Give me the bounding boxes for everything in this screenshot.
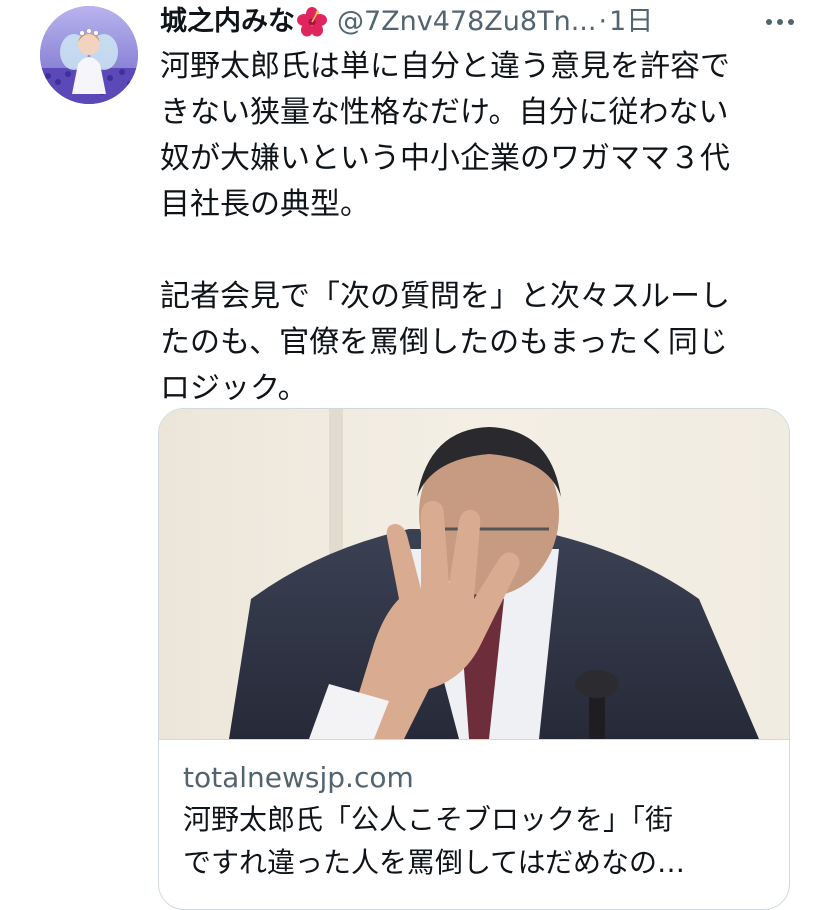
card-title-line: ですれ違った人を罵倒してはだめなの… — [183, 846, 686, 879]
timestamp[interactable]: 1日 — [609, 2, 653, 42]
avatar-image — [40, 6, 138, 104]
display-name[interactable]: 城之内みな — [160, 2, 295, 42]
text-line: ロジック。 — [160, 371, 308, 406]
card-meta: totalnewsjp.com 河野太郎氏「公人こそブロックを」「街 ですれ違っ… — [159, 739, 789, 884]
hibiscus-icon — [297, 7, 327, 37]
tweet-header: 城之内みな @7Znv478Zu8Tn... · 1日 — [160, 2, 800, 42]
text-line: 河野太郎氏は単に自分と違う意見を許容で — [160, 49, 730, 84]
text-line: きない狭量な性格なだけ。自分に従わない — [160, 95, 729, 130]
tweet[interactable]: 城之内みな @7Znv478Zu8Tn... · 1日 河野太郎氏は単に自分と違… — [0, 0, 828, 910]
card-title[interactable]: 河野太郎氏「公人こそブロックを」「街 ですれ違った人を罵倒してはだめなの… — [183, 798, 763, 884]
text-line: 記者会見で「次の質問を」と次々スルーし — [160, 279, 730, 314]
avatar[interactable] — [40, 6, 138, 104]
card-title-line: 河野太郎氏「公人こそブロックを」「街 — [183, 803, 674, 836]
card-domain[interactable]: totalnewsjp.com — [183, 758, 765, 798]
text-line: 目社長の典型。 — [160, 187, 370, 222]
tweet-text: 河野太郎氏は単に自分と違う意見を許容で きない狭量な性格なだけ。自分に従わない … — [160, 44, 800, 412]
link-card[interactable]: totalnewsjp.com 河野太郎氏「公人こそブロックを」「街 ですれ違っ… — [158, 408, 790, 910]
separator-dot: · — [598, 6, 608, 37]
user-handle[interactable]: @7Znv478Zu8Tn... — [337, 2, 596, 42]
card-image[interactable] — [159, 409, 789, 739]
text-line: たのも、官僚を罵倒したのもまったく同じ — [160, 325, 728, 360]
text-line: 奴が大嫌いという中小企業のワガママ３代 — [160, 141, 730, 176]
more-dots-icon[interactable] — [760, 2, 800, 42]
